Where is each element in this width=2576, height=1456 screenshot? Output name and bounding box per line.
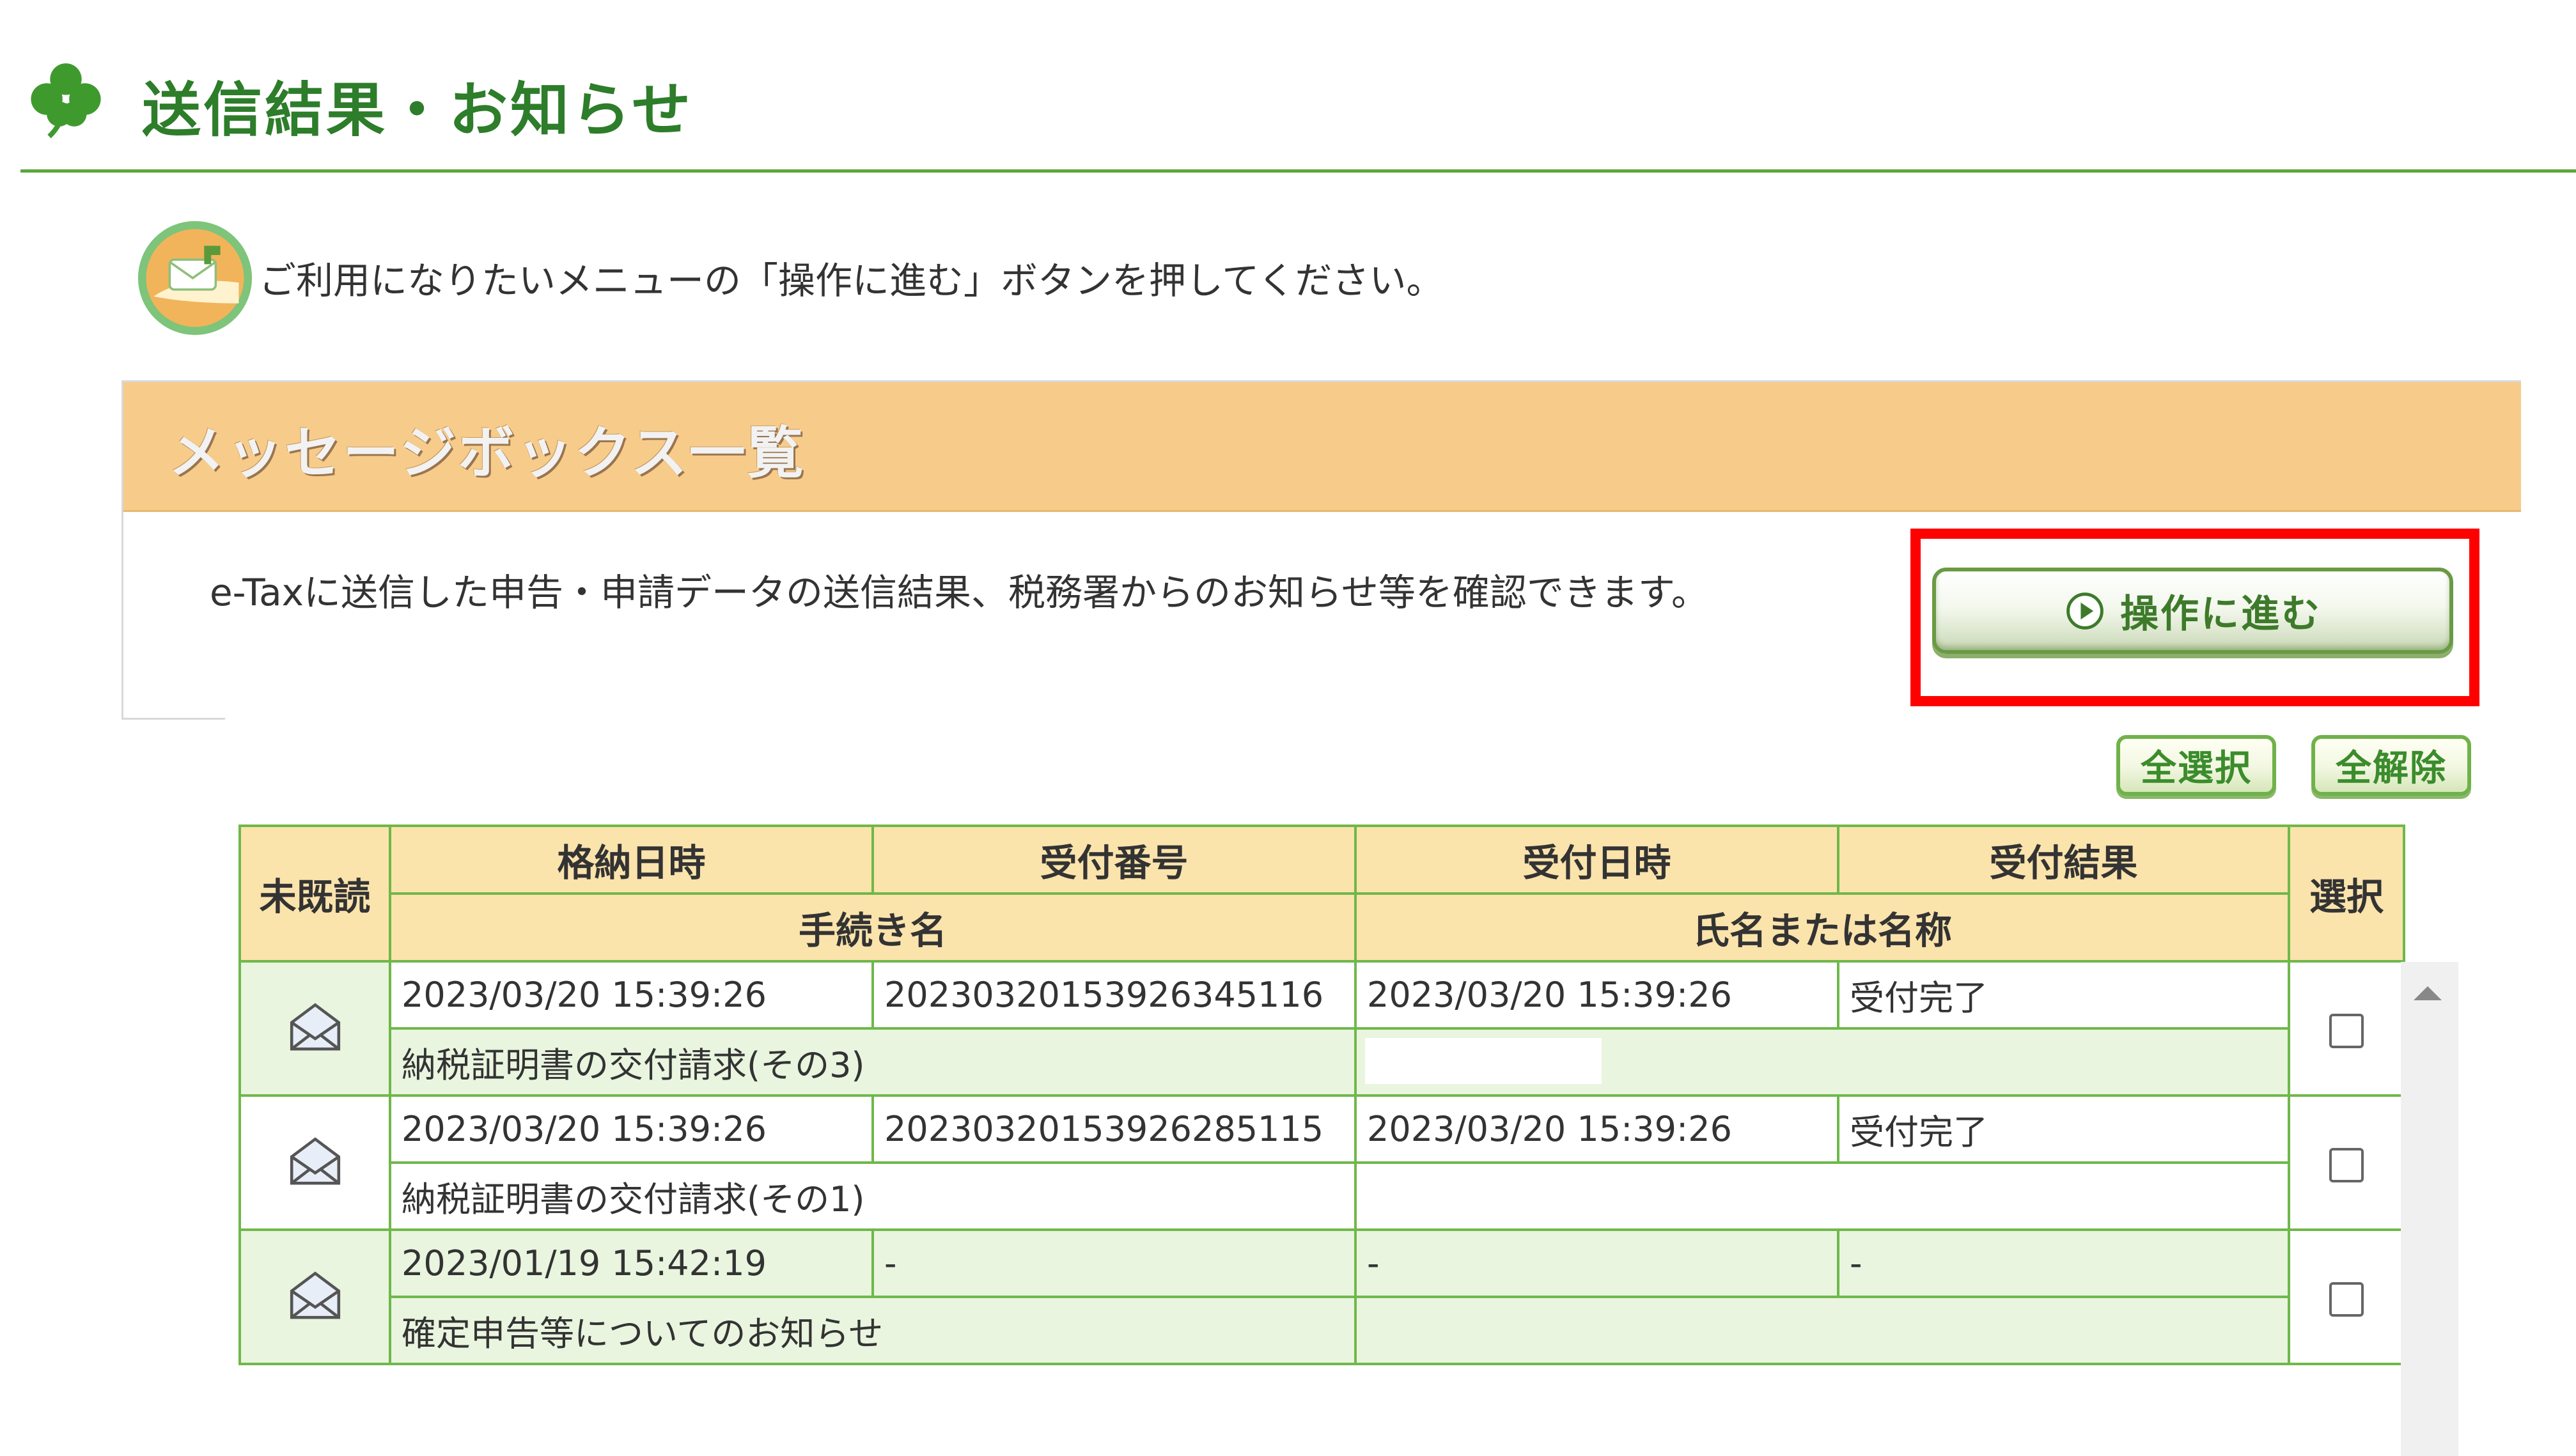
procedure-name-cell[interactable]: 納税証明書の交付請求(その3): [389, 1027, 1357, 1097]
message-table: 未既読 格納日時 受付番号 受付日時 受付結果 選択 手続き名 氏名または名称 …: [238, 825, 2405, 1365]
table-row[interactable]: 2023/03/20 15:39:26 20230320153926345116…: [238, 960, 2405, 1097]
procedure-name-cell[interactable]: 確定申告等についてのお知らせ: [389, 1296, 1357, 1365]
stored-datetime-cell: 2023/03/20 15:39:26: [389, 960, 874, 1030]
select-all-button[interactable]: 全選択: [2116, 735, 2276, 796]
header-procedure-name: 手続き名: [389, 892, 1357, 963]
envelope-icon: [290, 1003, 340, 1051]
panel-header: メッセージボックス一覧: [123, 382, 2521, 512]
receipt-number-cell: 20230320153926285115: [871, 1094, 1357, 1164]
page-title: 送信結果・お知らせ: [142, 76, 694, 144]
scroll-up-arrow-icon[interactable]: [2414, 986, 2442, 1000]
procedure-name-cell[interactable]: 納税証明書の交付請求(その1): [389, 1161, 1357, 1231]
panel-description: e-Taxに送信した申告・申請データの送信結果、税務署からのお知らせ等を確認でき…: [210, 571, 1709, 614]
table-row-sub[interactable]: 納税証明書の交付請求(その1): [240, 1161, 2404, 1231]
page-header: 送信結果・お知らせ: [20, 51, 2576, 173]
receipt-result-cell: 受付完了: [1837, 1094, 2290, 1164]
header-receipt-number: 受付番号: [871, 825, 1357, 895]
header-receipt-result: 受付結果: [1837, 825, 2290, 895]
unread-cell: [238, 1094, 391, 1231]
stored-datetime-cell: 2023/01/19 15:42:19: [389, 1228, 874, 1298]
scrollbar[interactable]: [2401, 962, 2458, 1456]
unread-cell: [238, 1228, 391, 1365]
header-unread: 未既読: [238, 825, 391, 963]
header-name: 氏名または名称: [1354, 892, 2290, 963]
proceed-button[interactable]: 操作に進む: [1932, 568, 2453, 654]
stored-datetime-cell: 2023/03/20 15:39:26: [389, 1094, 874, 1164]
receipt-datetime-cell: -: [1354, 1228, 1839, 1298]
panel-title: メッセージボックス一覧: [168, 420, 806, 486]
receipt-datetime-cell: 2023/03/20 15:39:26: [1354, 960, 1839, 1030]
row-checkbox[interactable]: [2329, 1013, 2364, 1048]
name-cell: [1354, 1161, 2290, 1231]
panel-border-gap: [225, 717, 2527, 725]
clover-icon: [31, 63, 101, 139]
unread-cell: [238, 960, 391, 1097]
table-row-sub[interactable]: 納税証明書の交付請求(その3): [240, 1027, 2404, 1097]
envelope-icon: [290, 1137, 340, 1185]
header-receipt-datetime: 受付日時: [1354, 825, 1839, 895]
proceed-button-label: 操作に進む: [2120, 592, 2322, 637]
select-cell: [2288, 1228, 2405, 1365]
deselect-all-button[interactable]: 全解除: [2311, 735, 2471, 796]
name-cell: [1354, 1296, 2290, 1365]
row-checkbox[interactable]: [2329, 1147, 2364, 1182]
receipt-datetime-cell: 2023/03/20 15:39:26: [1354, 1094, 1839, 1164]
receipt-number-cell: 20230320153926345116: [871, 960, 1357, 1030]
select-cell: [2288, 960, 2405, 1097]
table-row-sub[interactable]: 確定申告等についてのお知らせ: [240, 1296, 2404, 1365]
header-select: 選択: [2288, 825, 2405, 963]
row-checkbox[interactable]: [2329, 1282, 2364, 1317]
receipt-result-cell: 受付完了: [1837, 960, 2290, 1030]
receipt-result-cell: -: [1837, 1228, 2290, 1298]
table-row[interactable]: 2023/03/20 15:39:26 20230320153926285115…: [238, 1094, 2405, 1231]
redacted-name-area: [1365, 1038, 1602, 1084]
table-row[interactable]: 2023/01/19 15:42:19 - - -: [238, 1228, 2405, 1365]
select-cell: [2288, 1094, 2405, 1231]
instruction-text: ご利用になりたいメニューの「操作に進む」ボタンを押してください。: [259, 259, 1444, 302]
guide-mail-icon: [137, 221, 253, 336]
envelope-icon: [290, 1271, 340, 1319]
play-circle-icon: [2066, 592, 2104, 630]
receipt-number-cell: -: [871, 1228, 1357, 1298]
header-stored-datetime: 格納日時: [389, 825, 874, 895]
